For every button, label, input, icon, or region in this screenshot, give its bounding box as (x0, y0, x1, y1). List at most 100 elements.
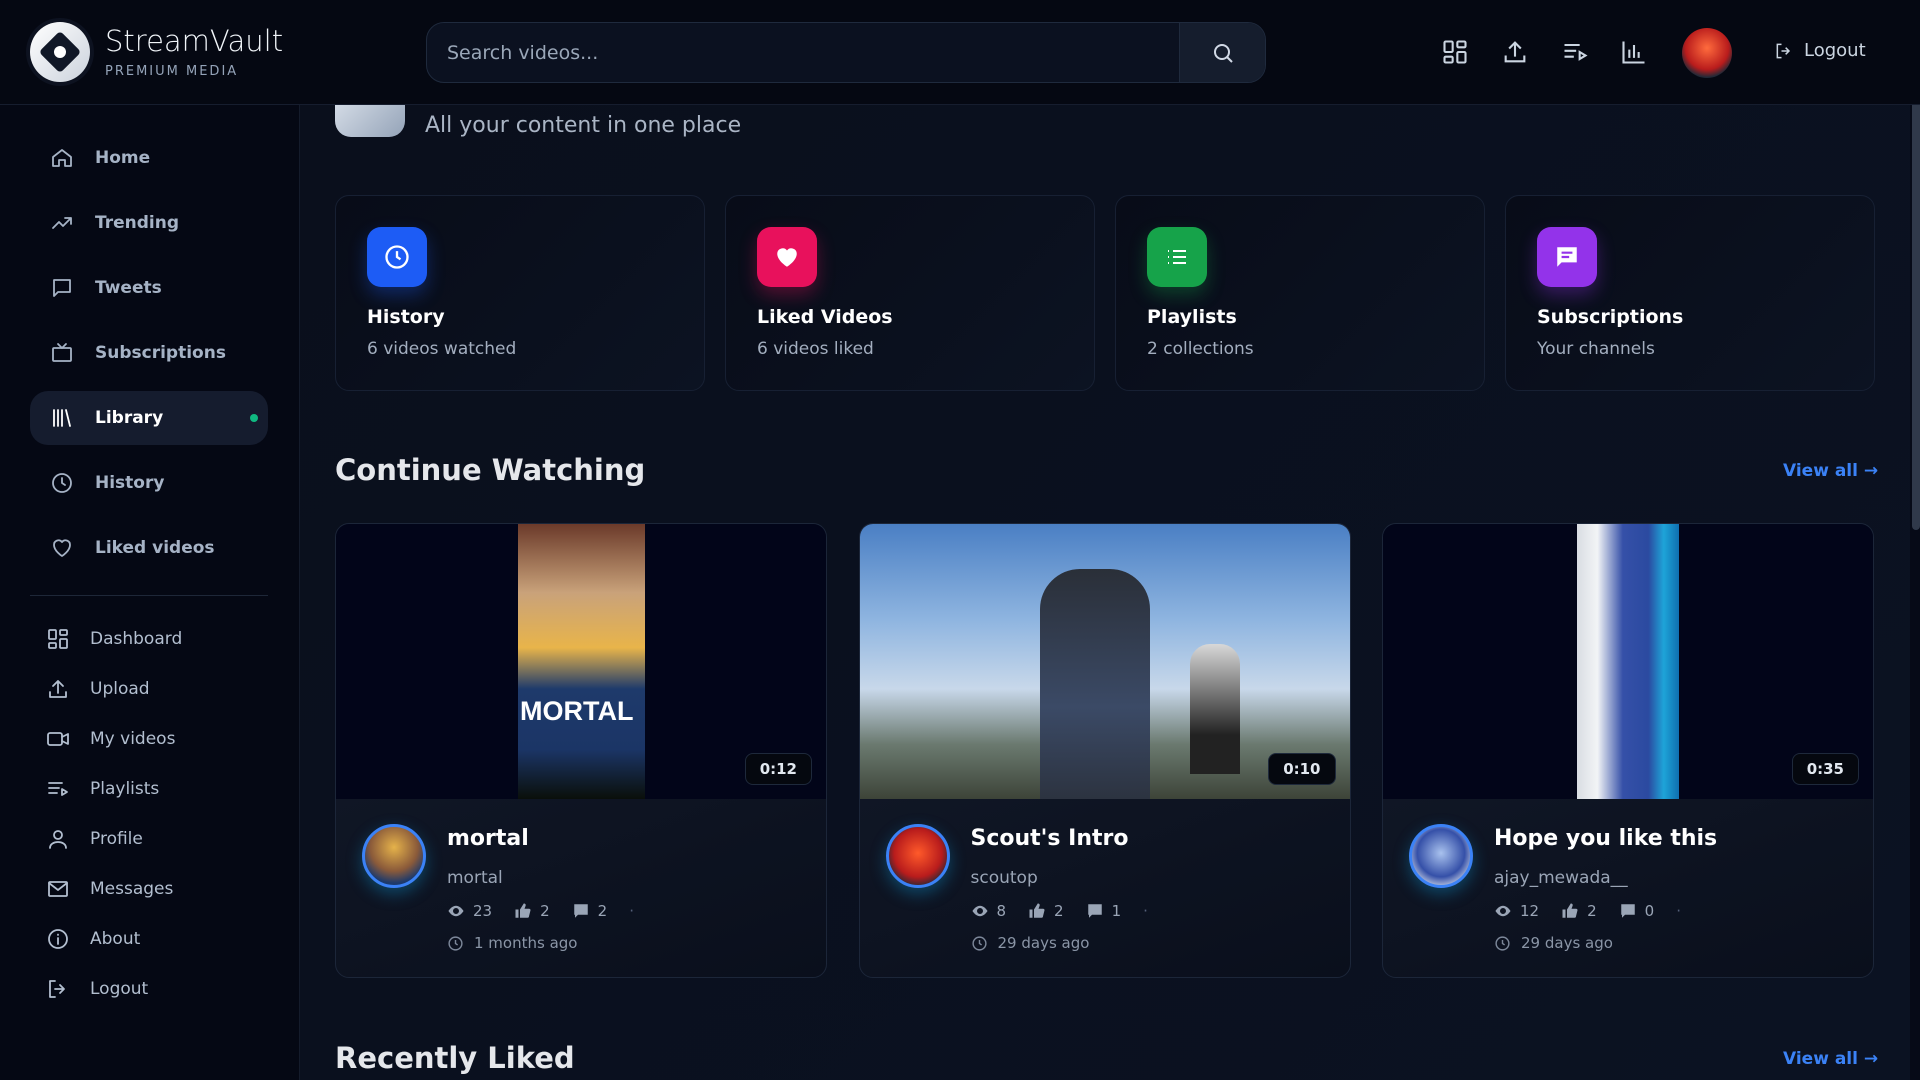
sidebar-item-home[interactable]: Home (30, 131, 268, 185)
stat-title: Playlists (1147, 306, 1237, 328)
stat-card-playlists[interactable]: Playlists 2 collections (1115, 195, 1485, 391)
sidebar-item-about[interactable]: About (30, 919, 268, 959)
scrollbar[interactable] (1912, 30, 1920, 530)
separator-dot: · (1143, 902, 1148, 920)
video-title[interactable]: Scout's Intro (971, 826, 1129, 851)
video-age: 1 months ago (447, 934, 577, 952)
playlist-icon[interactable] (1561, 38, 1589, 66)
sidebar-item-my-videos[interactable]: My videos (30, 719, 268, 759)
stat-card-history[interactable]: History 6 videos watched (335, 195, 705, 391)
comment-icon (1087, 904, 1102, 918)
sidebar-item-label: About (90, 929, 141, 949)
stats-icon[interactable] (1620, 38, 1648, 66)
channel-avatar[interactable] (885, 824, 950, 888)
video-card[interactable]: 0:10 Scout's Intro scoutop 8 2 1 · 29 da… (858, 523, 1351, 978)
stat-card-subscriptions[interactable]: Subscriptions Your channels (1505, 195, 1875, 391)
eye-icon (972, 905, 987, 917)
sidebar-item-label: Logout (90, 979, 149, 999)
channel-name[interactable]: scoutop (971, 868, 1038, 888)
upload-icon[interactable] (1501, 38, 1529, 66)
brand-name: StreamVault (105, 24, 284, 58)
sidebar-item-subscriptions[interactable]: Subscriptions (30, 326, 268, 380)
page-subtitle: All your content in one place (425, 113, 742, 138)
recently-liked-view-all[interactable]: View all → (1783, 1049, 1878, 1069)
home-icon (52, 149, 72, 167)
chat-icon (1537, 227, 1597, 287)
clock-icon (367, 227, 427, 287)
video-thumbnail[interactable]: 0:35 (1383, 524, 1873, 799)
mail-icon (48, 881, 68, 897)
video-icon (47, 732, 69, 746)
channel-avatar[interactable] (362, 824, 426, 888)
sidebar-item-upload[interactable]: Upload (30, 669, 268, 709)
sidebar-item-playlists[interactable]: Playlists (30, 769, 268, 809)
sidebar-item-label: Tweets (95, 278, 162, 298)
comment-icon (1620, 904, 1635, 918)
video-thumbnail[interactable]: 0:10 (859, 524, 1350, 799)
sidebar-item-tweets[interactable]: Tweets (30, 261, 268, 315)
sidebar-item-label: Playlists (90, 779, 160, 799)
sidebar-item-label: Trending (95, 213, 180, 233)
like-count: 2 (1587, 902, 1597, 920)
stat-subtitle: 6 videos liked (757, 339, 874, 359)
search-input[interactable] (427, 23, 1181, 82)
stat-subtitle: Your channels (1537, 339, 1655, 359)
playlist-icon (48, 782, 68, 796)
video-stats: 23 2 2 · (447, 902, 634, 920)
continue-watching-view-all[interactable]: View all → (1783, 461, 1878, 481)
video-card[interactable]: 0:35 Hope you like this ajay_mewada__ 12… (1382, 523, 1874, 978)
video-title[interactable]: Hope you like this (1494, 826, 1717, 851)
separator-dot: · (629, 902, 634, 920)
sidebar-item-liked-videos[interactable]: Liked videos (30, 521, 268, 575)
channel-name[interactable]: mortal (447, 868, 503, 888)
continue-watching-heading: Continue Watching (335, 453, 646, 487)
sidebar-item-trending[interactable]: Trending (30, 196, 268, 250)
sidebar-item-logout[interactable]: Logout (30, 969, 268, 1009)
sidebar-item-profile[interactable]: Profile (30, 819, 268, 859)
heart-icon (757, 227, 817, 287)
sidebar-item-messages[interactable]: Messages (30, 869, 268, 909)
video-title[interactable]: mortal (447, 826, 529, 851)
comment-count: 0 (1644, 902, 1655, 920)
stat-card-liked-videos[interactable]: Liked Videos 6 videos liked (725, 195, 1095, 391)
thumbs-up-icon (515, 903, 531, 918)
logout-icon (1776, 43, 1791, 58)
user-icon (49, 830, 67, 849)
clock-icon (971, 935, 987, 951)
comment-icon (573, 904, 588, 918)
separator-dot: · (1676, 902, 1681, 920)
logo-icon[interactable] (30, 22, 90, 82)
stat-title: History (367, 306, 445, 328)
channel-avatar[interactable] (1409, 824, 1473, 888)
video-stats: 8 2 1 · (971, 902, 1148, 920)
channel-name[interactable]: ajay_mewada__ (1494, 868, 1628, 888)
logout-button[interactable]: Logout (1774, 40, 1866, 61)
sidebar-item-library[interactable]: Library (30, 391, 268, 445)
upload-time: 1 months ago (474, 934, 578, 952)
video-card[interactable]: MORTAL 0:12 mortal mortal 23 2 2 · 1 mon… (335, 523, 827, 978)
recently-liked-heading: Recently Liked (335, 1041, 575, 1075)
sidebar-item-label: Library (95, 408, 164, 428)
sidebar-item-history[interactable]: History (30, 456, 268, 510)
sidebar-divider (30, 595, 268, 596)
logout-label: Logout (1804, 40, 1866, 61)
video-age: 29 days ago (1494, 934, 1613, 952)
active-indicator (250, 414, 258, 422)
video-thumbnail[interactable]: MORTAL 0:12 (336, 524, 826, 799)
view-count: 8 (996, 902, 1007, 920)
sidebar-item-label: Liked videos (95, 538, 215, 558)
search-button[interactable] (1179, 23, 1265, 82)
subscriptions-icon (52, 343, 72, 362)
dashboard-icon[interactable] (1441, 38, 1469, 66)
sidebar-item-label: Home (95, 148, 151, 168)
view-count: 12 (1520, 902, 1540, 920)
tweet-icon (53, 279, 71, 297)
library-icon (53, 409, 71, 427)
like-count: 2 (540, 902, 550, 920)
stat-title: Subscriptions (1537, 306, 1684, 328)
sidebar-item-dashboard[interactable]: Dashboard (30, 619, 268, 659)
stat-subtitle: 6 videos watched (367, 339, 517, 359)
user-avatar[interactable] (1682, 28, 1732, 78)
dashboard-icon (48, 629, 68, 649)
brand-subtitle: PREMIUM MEDIA (105, 64, 239, 79)
